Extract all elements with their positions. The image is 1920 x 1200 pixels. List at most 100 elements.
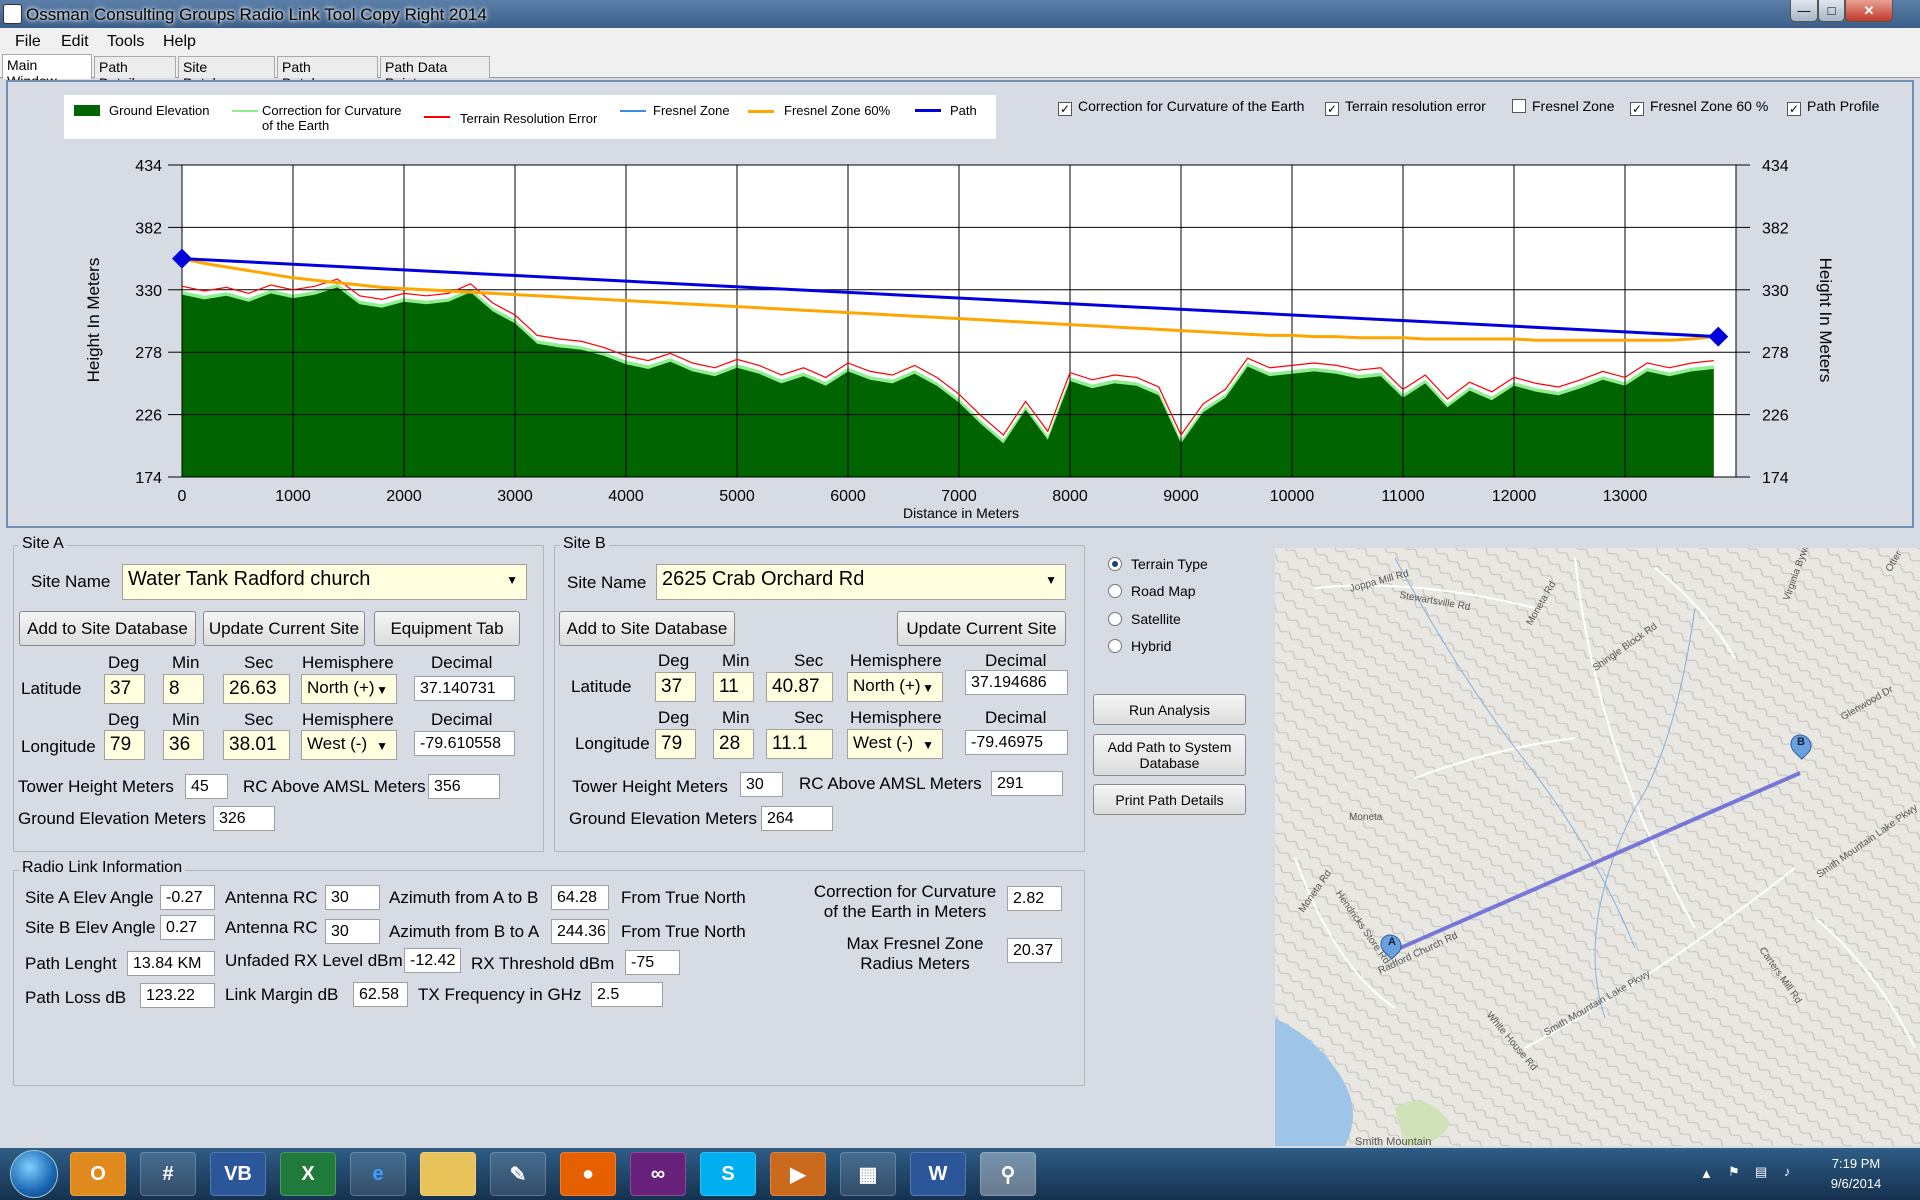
curvature-correction-label-2: of the Earth in Meters [823,902,987,921]
site-b-lat-deg[interactable]: 37 [655,672,696,702]
site-b-tower-height[interactable]: 30 [740,772,783,797]
y-tick-label-left: 278 [135,345,162,362]
site-a-lat-hem[interactable]: North (+) ▼ [301,674,397,704]
site-a-update-button[interactable]: Update Current Site [203,611,365,646]
site-b-lon-min[interactable]: 28 [713,729,754,759]
visual-basic-icon[interactable]: VB [210,1152,266,1196]
site-b-elev-angle[interactable]: 0.27 [160,915,215,940]
site-b-lon-deg[interactable]: 79 [655,729,696,759]
media-player-icon[interactable]: ▶ [770,1152,826,1196]
site-a-tower-height[interactable]: 45 [185,774,228,799]
radio-road-map[interactable]: Road Map [1108,583,1196,599]
site-a-lon-min[interactable]: 36 [163,730,204,760]
site-a-add-button[interactable]: Add to Site Database [19,611,196,646]
chevron-down-icon: ▼ [922,681,934,695]
network-tool-icon[interactable]: ▦ [840,1152,896,1196]
site-b-ground-elevation[interactable]: 264 [761,806,833,831]
clock-time[interactable]: 7:19 PM [1826,1156,1886,1171]
radio-link-title: Radio Link Information [19,859,186,877]
site-b-lon-sec[interactable]: 11.1 [766,729,833,759]
site-a-lon-hem[interactable]: West (-) ▼ [301,730,397,760]
site-a-lat-min[interactable]: 8 [163,674,204,704]
volume-icon[interactable]: ♪ [1784,1164,1791,1179]
add-path-button[interactable]: Add Path to System Database [1093,734,1246,776]
site-b-lon-hem[interactable]: West (-) ▼ [847,729,943,759]
chevron-down-icon: ▼ [506,573,518,587]
chevron-down-icon: ▼ [376,683,388,697]
rx-threshold[interactable]: -75 [625,950,680,975]
max-fresnel-label-1: Max Fresnel Zone [846,934,984,953]
site-a-lat-deg[interactable]: 37 [104,674,145,704]
azimuth-ba[interactable]: 244.36 [551,919,609,944]
site-b-lon-decimal[interactable]: -79.46975 [965,730,1068,755]
site-b-lat-min[interactable]: 11 [713,672,754,702]
link-margin[interactable]: 62.58 [353,982,408,1007]
site-b-rc[interactable]: 291 [991,771,1063,796]
site-a-antenna-rc[interactable]: 30 [325,885,380,910]
windows-start-icon[interactable] [10,1150,58,1198]
azimuth-ba-label: Azimuth from B to A [389,922,540,941]
site-a-lat-min-header: Min [172,653,200,672]
radio-hybrid[interactable]: Hybrid [1108,638,1171,654]
unfaded-rx-level[interactable]: -12.42 [404,948,461,973]
site-a-elev-angle[interactable]: -0.27 [160,885,215,910]
x-tick-label: 11000 [1381,488,1424,505]
tray-expand-icon[interactable]: ▲ [1700,1166,1713,1181]
print-path-button[interactable]: Print Path Details [1093,784,1246,815]
skype-icon[interactable]: S [700,1152,756,1196]
y-tick-label-left: 174 [135,470,162,487]
site-a-lon-sec[interactable]: 38.01 [223,730,290,760]
tx-frequency[interactable]: 2.5 [591,982,663,1007]
site-a-lon-hem-value: West (-) [307,734,368,753]
terrain-map[interactable]: Joppa Mill Rd Stewartsville Rd Moneta Rd… [1275,548,1920,1146]
path-loss[interactable]: 123.22 [140,983,215,1008]
outlook-icon[interactable]: O [70,1152,126,1196]
site-a-name-label: Site Name [31,572,111,591]
site-a-lon-min-header: Min [172,710,200,729]
site-a-name-combo[interactable]: Water Tank Radford church ▼ [122,564,527,600]
site-a-lat-sec[interactable]: 26.63 [223,674,290,704]
site-a-lon-deg[interactable]: 79 [104,730,145,760]
calculator-icon[interactable]: # [140,1152,196,1196]
radio-satellite[interactable]: Satellite [1108,611,1181,627]
run-analysis-button[interactable]: Run Analysis [1093,694,1246,725]
flag-icon[interactable]: ⚑ [1728,1164,1740,1180]
site-b-add-button[interactable]: Add to Site Database [559,611,735,646]
map-label-smith-mountain: Smith Mountain [1355,1136,1432,1146]
max-fresnel-radius[interactable]: 20.37 [1007,938,1062,963]
y2-axis-title: Height In Meters [1816,257,1835,383]
radio-dot-hybrid [1108,639,1122,653]
site-b-lat-min-header: Min [722,651,750,670]
notepad-icon[interactable]: ✎ [490,1152,546,1196]
site-b-name-combo[interactable]: 2625 Crab Orchard Rd ▼ [656,564,1066,600]
radio-terrain-type[interactable]: Terrain Type [1108,556,1208,572]
clock-date[interactable]: 9/6/2014 [1826,1176,1886,1191]
site-a-ground-elevation[interactable]: 326 [213,806,275,831]
site-b-lat-hem[interactable]: North (+) ▼ [847,672,943,702]
site-b-lat-hem-header: Hemisphere [850,651,942,670]
azimuth-ba-reference: From True North [621,922,746,941]
network-icon[interactable]: ▤ [1755,1164,1767,1180]
site-b-lat-hem-value: North (+) [853,676,921,695]
site-a-equipment-button[interactable]: Equipment Tab [374,611,520,646]
internet-explorer-icon[interactable]: e [350,1152,406,1196]
site-a-lat-decimal[interactable]: 37.140731 [414,676,515,701]
site-b-lat-sec[interactable]: 40.87 [766,672,833,702]
azimuth-ab[interactable]: 64.28 [551,885,609,910]
firefox-icon[interactable]: ● [560,1152,616,1196]
excel-icon[interactable]: X [280,1152,336,1196]
site-b-antenna-rc[interactable]: 30 [325,919,380,944]
site-b-update-button[interactable]: Update Current Site [897,611,1066,646]
site-a-rc[interactable]: 356 [428,774,500,799]
site-a-longitude-label: Longitude [21,737,96,756]
path-length[interactable]: 13.84 KM [127,951,215,976]
curvature-correction[interactable]: 2.82 [1007,886,1062,911]
max-fresnel-label-2: Radius Meters [860,954,970,973]
site-a-lon-decimal[interactable]: -79.610558 [414,731,515,756]
radio-link-tool-icon[interactable]: ⚲ [980,1152,1036,1196]
visual-studio-icon[interactable]: ∞ [630,1152,686,1196]
site-b-rc-label: RC Above AMSL Meters [799,774,982,793]
file-explorer-icon[interactable] [420,1152,476,1196]
word-icon[interactable]: W [910,1152,966,1196]
site-b-lat-decimal[interactable]: 37.194686 [965,670,1068,695]
